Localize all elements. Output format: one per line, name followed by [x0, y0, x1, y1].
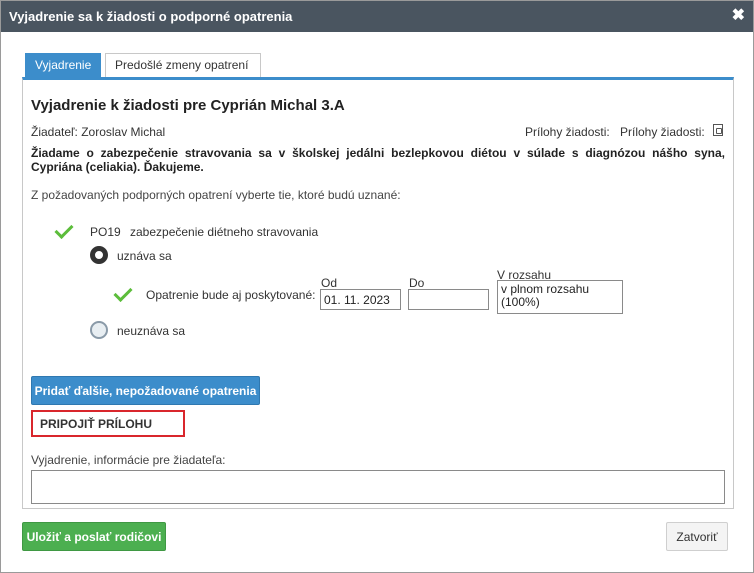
request-text: Žiadame o zabezpečenie stravovania sa v …: [31, 146, 725, 174]
checkmark-icon: [56, 223, 76, 237]
tab-panel: Vyjadrenie k žiadosti pre Cyprián Michal…: [22, 77, 734, 509]
tab-previous-changes[interactable]: Predošlé zmeny opatrení: [105, 53, 261, 77]
page-title: Vyjadrenie k žiadosti pre Cyprián Michal…: [31, 97, 345, 114]
attachments-label: Prílohy žiadosti:: [525, 125, 610, 139]
provided-label: Opatrenie bude aj poskytované:: [146, 288, 316, 302]
radio-accept[interactable]: [90, 246, 108, 264]
comment-textarea[interactable]: [31, 470, 725, 504]
radio-reject[interactable]: [90, 321, 108, 339]
measure-code: PO19: [90, 225, 121, 239]
radio-accept-label[interactable]: uznáva sa: [117, 249, 172, 263]
range-textarea[interactable]: v plnom rozsahu (100%): [497, 280, 623, 314]
attach-file-button[interactable]: PRIPOJIŤ PRÍLOHU: [31, 410, 185, 437]
radio-reject-label[interactable]: neuznáva sa: [117, 324, 185, 338]
close-button[interactable]: Zatvoriť: [666, 522, 728, 551]
tab-vyjadrenie[interactable]: Vyjadrenie: [25, 53, 101, 77]
from-label: Od: [321, 276, 338, 290]
save-and-send-button[interactable]: Uložiť a poslať rodičovi: [22, 522, 166, 551]
to-date-input[interactable]: [408, 289, 489, 310]
measure-name: zabezpečenie diétneho stravovania: [130, 225, 319, 239]
checkmark-icon[interactable]: [115, 286, 135, 300]
from-date-input[interactable]: [320, 289, 401, 310]
add-measure-button[interactable]: Pridať ďalšie, nepožadované opatrenia: [31, 376, 260, 405]
attachments-label-secondary: Prílohy žiadosti:: [620, 125, 705, 139]
instruction-text: Z požadovaných podporných opatrení vyber…: [31, 188, 401, 202]
dialog-titlebar: Vyjadrenie sa k žiadosti o podporné opat…: [1, 1, 753, 32]
comment-label: Vyjadrenie, informácie pre žiadateľa:: [31, 453, 226, 467]
to-label: Do: [409, 276, 425, 290]
close-icon[interactable]: ✖: [732, 7, 745, 25]
dialog: Vyjadrenie sa k žiadosti o podporné opat…: [0, 0, 754, 573]
attachment-file-icon[interactable]: [713, 124, 723, 136]
applicant-label: Žiadateľ: Zoroslav Michal: [31, 125, 166, 139]
dialog-title: Vyjadrenie sa k žiadosti o podporné opat…: [9, 9, 293, 24]
